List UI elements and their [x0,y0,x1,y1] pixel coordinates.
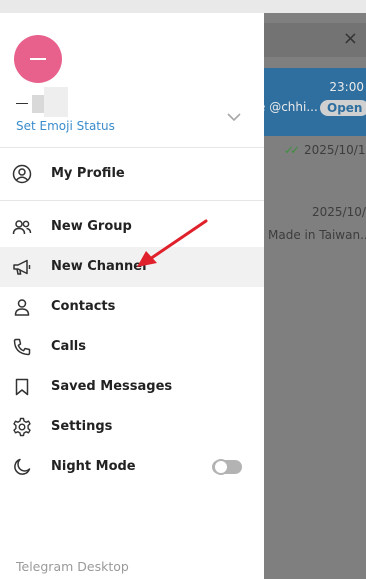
menu-item-label: New Group [51,219,132,234]
bookmark-icon [15,378,29,396]
open-button: Open [320,100,366,116]
divider [0,147,264,148]
profile-icon [12,164,32,184]
group-icon [12,220,32,235]
chat-date: 2025/10/0 [312,205,366,219]
menu-item-label: New Channel [51,259,147,274]
menu-item-new-group[interactable]: New Group [0,207,264,247]
avatar[interactable] [14,35,62,83]
menu-item-calls[interactable]: Calls [0,327,264,367]
menu-item-label: Contacts [51,299,116,314]
set-emoji-status-link[interactable]: Set Emoji Status [16,119,115,133]
gear-icon [13,417,31,437]
app-version-footer: Telegram Desktop [16,559,129,574]
menu-item-label: My Profile [51,166,125,181]
person-icon [14,299,30,316]
menu-item-new-channel[interactable]: New Channel [0,247,264,287]
menu-item-saved-messages[interactable]: Saved Messages [0,367,264,407]
account-name [16,87,76,117]
avatar-initial [30,58,46,60]
double-check-icon: ✓✓ [284,143,300,157]
night-mode-toggle[interactable] [212,459,242,475]
toggle-knob [213,459,229,475]
menu-item-label: Calls [51,339,86,354]
chat-date: 2025/10/12 [303,143,366,157]
moon-icon [14,458,31,475]
window-top-strip [0,0,366,13]
megaphone-icon [13,259,31,275]
menu-item-my-profile[interactable]: My Profile [0,154,264,194]
chat-preview: Made in Taiwan... [268,228,366,242]
chat-list-background: × 23:00 e @chhi... Open ✓✓ 2025/10/12 20… [264,13,366,579]
menu-item-label: Settings [51,419,113,434]
chat-row: ✓✓ 2025/10/12 [284,143,366,157]
chat-time: 23:00 [329,80,364,94]
redacted-name [44,87,68,117]
chevron-down-icon[interactable] [226,109,242,125]
menu-item-label: Night Mode [51,459,136,474]
side-menu: Set Emoji Status My Profile New Group Ne… [0,13,264,579]
menu-item-contacts[interactable]: Contacts [0,287,264,327]
menu-item-settings[interactable]: Settings [0,407,264,447]
divider [0,200,264,201]
menu-item-label: Saved Messages [51,379,173,394]
chat-preview: e @chhi... [264,100,318,114]
phone-icon [13,338,31,356]
close-icon: × [342,28,358,49]
menu-item-night-mode[interactable]: Night Mode [0,447,264,487]
chat-row-selected: 23:00 e @chhi... Open [264,68,366,136]
